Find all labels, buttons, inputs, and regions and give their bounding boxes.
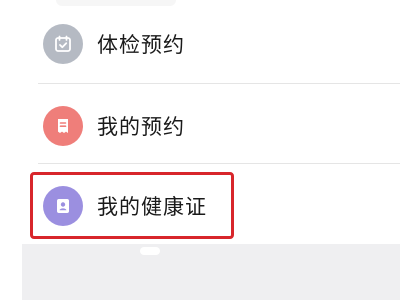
bottom-gray-panel	[22, 244, 400, 300]
menu-item-my-appointments[interactable]: 我的预约	[0, 86, 400, 166]
divider	[38, 163, 400, 164]
divider	[38, 83, 400, 84]
receipt-doc-icon	[43, 106, 83, 146]
highlight-annotation-box	[30, 172, 234, 239]
menu-item-physical-exam-booking[interactable]: 体检预约	[0, 4, 400, 84]
menu-item-label: 体检预约	[97, 33, 185, 57]
calendar-check-icon	[43, 24, 83, 64]
menu-item-label: 我的预约	[97, 115, 185, 139]
app-screen: 体检预约 我的预约 我的健康证	[0, 0, 400, 300]
